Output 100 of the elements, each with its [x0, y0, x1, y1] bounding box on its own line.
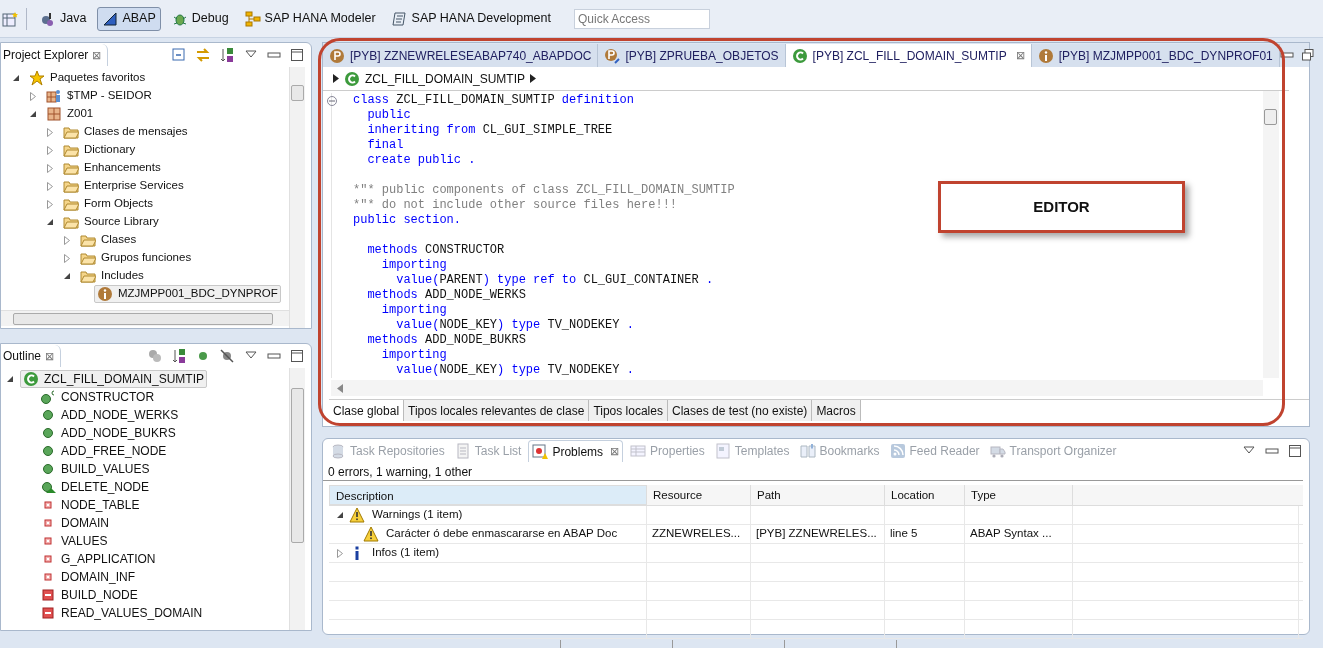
minimize-icon[interactable] — [267, 352, 281, 360]
tree-item[interactable]: CONSTRUCTOR — [37, 388, 158, 406]
breadcrumb-item[interactable]: ZCL_FILL_DOMAIN_SUMTIP — [365, 69, 526, 88]
table-cell[interactable]: Carácter ó debe enmascararse en ABAP Doc — [386, 525, 618, 543]
tree-item[interactable]: Clases — [77, 231, 140, 249]
tree-item[interactable]: Clases de mensajes — [60, 123, 191, 141]
horizontal-scrollbar[interactable] — [1, 310, 289, 326]
sort-icon[interactable] — [219, 47, 235, 63]
package-user-icon — [46, 88, 62, 104]
editor-tab[interactable]: [PYB] ZZNEWRELESEABAP740_ABAPDOC — [323, 44, 599, 67]
page-tab[interactable]: Macros — [812, 400, 861, 421]
collapse-all-icon[interactable] — [171, 47, 187, 63]
tree-item[interactable]: BUILD_NODE — [37, 586, 141, 604]
perspective-button[interactable]: Debug — [166, 6, 234, 31]
tree-item[interactable]: ADD_NODE_BUKRS — [37, 424, 179, 442]
tree-item[interactable]: Includes — [77, 267, 147, 285]
minimize-icon[interactable] — [267, 51, 281, 59]
info-icon — [1037, 47, 1054, 64]
perspective-button[interactable]: ABAP — [97, 6, 161, 31]
package-icon — [46, 106, 62, 122]
view-tab[interactable]: Problems ⊠ — [528, 440, 624, 462]
restore-icon[interactable] — [1301, 49, 1314, 61]
tree-item[interactable]: VALUES — [37, 532, 111, 550]
truck-icon — [989, 443, 1006, 459]
editor-tab[interactable]: [PYB] MZJMPP001_BDC_DYNPROF01 — [1031, 44, 1280, 67]
tree-item[interactable]: Enterprise Services — [60, 177, 187, 195]
perspective-button[interactable]: Java — [35, 6, 92, 31]
tree-item[interactable]: G_APPLICATION — [37, 550, 159, 568]
tree-item[interactable]: Source Library — [60, 213, 162, 231]
hide-nonpublic-icon[interactable] — [219, 348, 235, 364]
editor-tab[interactable]: [PYB] ZPRUEBA_OBJETOS — [598, 44, 786, 67]
table-cell[interactable]: Infos (1 item) — [372, 544, 440, 562]
hide-fields-icon[interactable] — [147, 348, 163, 364]
view-tab[interactable]: Project Explorer ⊠ — [1, 44, 109, 66]
tree-item[interactable]: Dictionary — [60, 141, 139, 159]
view-menu-icon[interactable] — [245, 351, 257, 361]
code-line: public — [366, 108, 411, 123]
tree-item[interactable]: Form Objects — [60, 195, 156, 213]
maximize-icon[interactable] — [291, 49, 303, 61]
folder-icon — [63, 124, 79, 140]
close-icon[interactable]: ⊠ — [610, 443, 620, 460]
tree-item[interactable]: BUILD_VALUES — [37, 460, 153, 478]
column-header[interactable]: Path — [751, 485, 885, 505]
tree-item[interactable]: DELETE_NODE — [37, 478, 153, 496]
page-tab[interactable]: Tipos locales relevantes de clase — [404, 400, 590, 421]
close-icon[interactable]: ⊠ — [45, 347, 55, 365]
right-arrow-icon[interactable] — [333, 74, 339, 83]
vertical-scrollbar[interactable] — [1263, 91, 1279, 378]
maximize-icon[interactable] — [291, 350, 303, 362]
code-line: final — [366, 138, 404, 153]
perspective-button[interactable]: SAP HANA Development — [386, 6, 556, 31]
minimize-icon[interactable] — [1265, 447, 1279, 455]
code-line: value(NODE_KEY) type TV_NODEKEY . — [395, 363, 634, 378]
tree-item[interactable]: DOMAIN_INF — [37, 568, 138, 586]
view-menu-icon[interactable] — [245, 50, 257, 60]
page-tab[interactable]: Clases de test (no existe) — [667, 400, 813, 421]
page-tab[interactable]: Tipos locales — [589, 400, 668, 421]
tree-item[interactable]: Grupos funciones — [77, 249, 195, 267]
maximize-icon[interactable] — [1289, 445, 1301, 457]
list-icon — [454, 443, 471, 459]
close-icon[interactable]: ⊠ — [92, 46, 102, 64]
column-header[interactable]: Type — [965, 485, 1073, 505]
perspective-button[interactable]: SAP HANA Modeler — [239, 6, 381, 31]
view-menu-icon[interactable] — [1243, 446, 1255, 456]
vertical-scrollbar[interactable] — [289, 368, 305, 630]
table-cell[interactable]: Warnings (1 item) — [372, 506, 463, 524]
horizontal-scrollbar[interactable] — [331, 380, 1263, 396]
collapsed-arrow-icon[interactable] — [335, 548, 345, 558]
problems-icon — [532, 443, 549, 460]
tree-item[interactable]: READ_VALUES_DOMAIN — [37, 604, 206, 622]
tree-item[interactable]: DOMAIN — [37, 514, 112, 532]
tree-item[interactable]: NODE_TABLE — [37, 496, 143, 514]
tree-item[interactable]: ADD_FREE_NODE — [37, 442, 170, 460]
right-arrow-icon[interactable] — [530, 74, 537, 83]
tree-item[interactable]: Enhancements — [60, 159, 164, 177]
close-icon[interactable]: ⊠ — [1015, 47, 1025, 64]
tree-item[interactable]: Z001 — [43, 105, 97, 123]
sort-icon[interactable] — [171, 348, 187, 364]
expanded-arrow-icon[interactable] — [335, 511, 345, 519]
column-header[interactable]: Resource — [647, 485, 751, 505]
view-tab[interactable]: Outline ⊠ — [1, 345, 62, 367]
dot-icon — [40, 425, 56, 441]
minimize-icon[interactable] — [1279, 51, 1294, 59]
square-icon — [40, 587, 56, 603]
tree-item[interactable]: $TMP - SEIDOR — [43, 87, 155, 105]
tree-item[interactable]: ADD_NODE_WERKS — [37, 406, 182, 424]
open-perspective-icon[interactable] — [2, 10, 18, 27]
link-editor-icon[interactable] — [195, 47, 211, 63]
tree-item[interactable]: MZJMPP001_BDC_DYNPROF — [94, 285, 281, 303]
tree-item[interactable]: ZCL_FILL_DOMAIN_SUMTIP — [20, 370, 208, 388]
quick-access-field[interactable]: Quick Access — [574, 8, 710, 29]
scroll-left-icon[interactable] — [337, 383, 343, 393]
column-header[interactable]: Location — [885, 485, 965, 505]
column-header[interactable]: Description — [329, 485, 647, 505]
vertical-scrollbar[interactable] — [289, 67, 305, 328]
tree-item[interactable]: Paquetes favoritos — [26, 69, 149, 87]
editor-tab[interactable]: [PYB] ZCL_FILL_DOMAIN_SUMTIP ⊠ — [785, 44, 1032, 67]
folder-icon — [63, 196, 79, 212]
code-line: inheriting from CL_GUI_SIMPLE_TREE — [366, 123, 613, 138]
code-line: class ZCL_FILL_DOMAIN_SUMTIP definition — [353, 93, 634, 108]
